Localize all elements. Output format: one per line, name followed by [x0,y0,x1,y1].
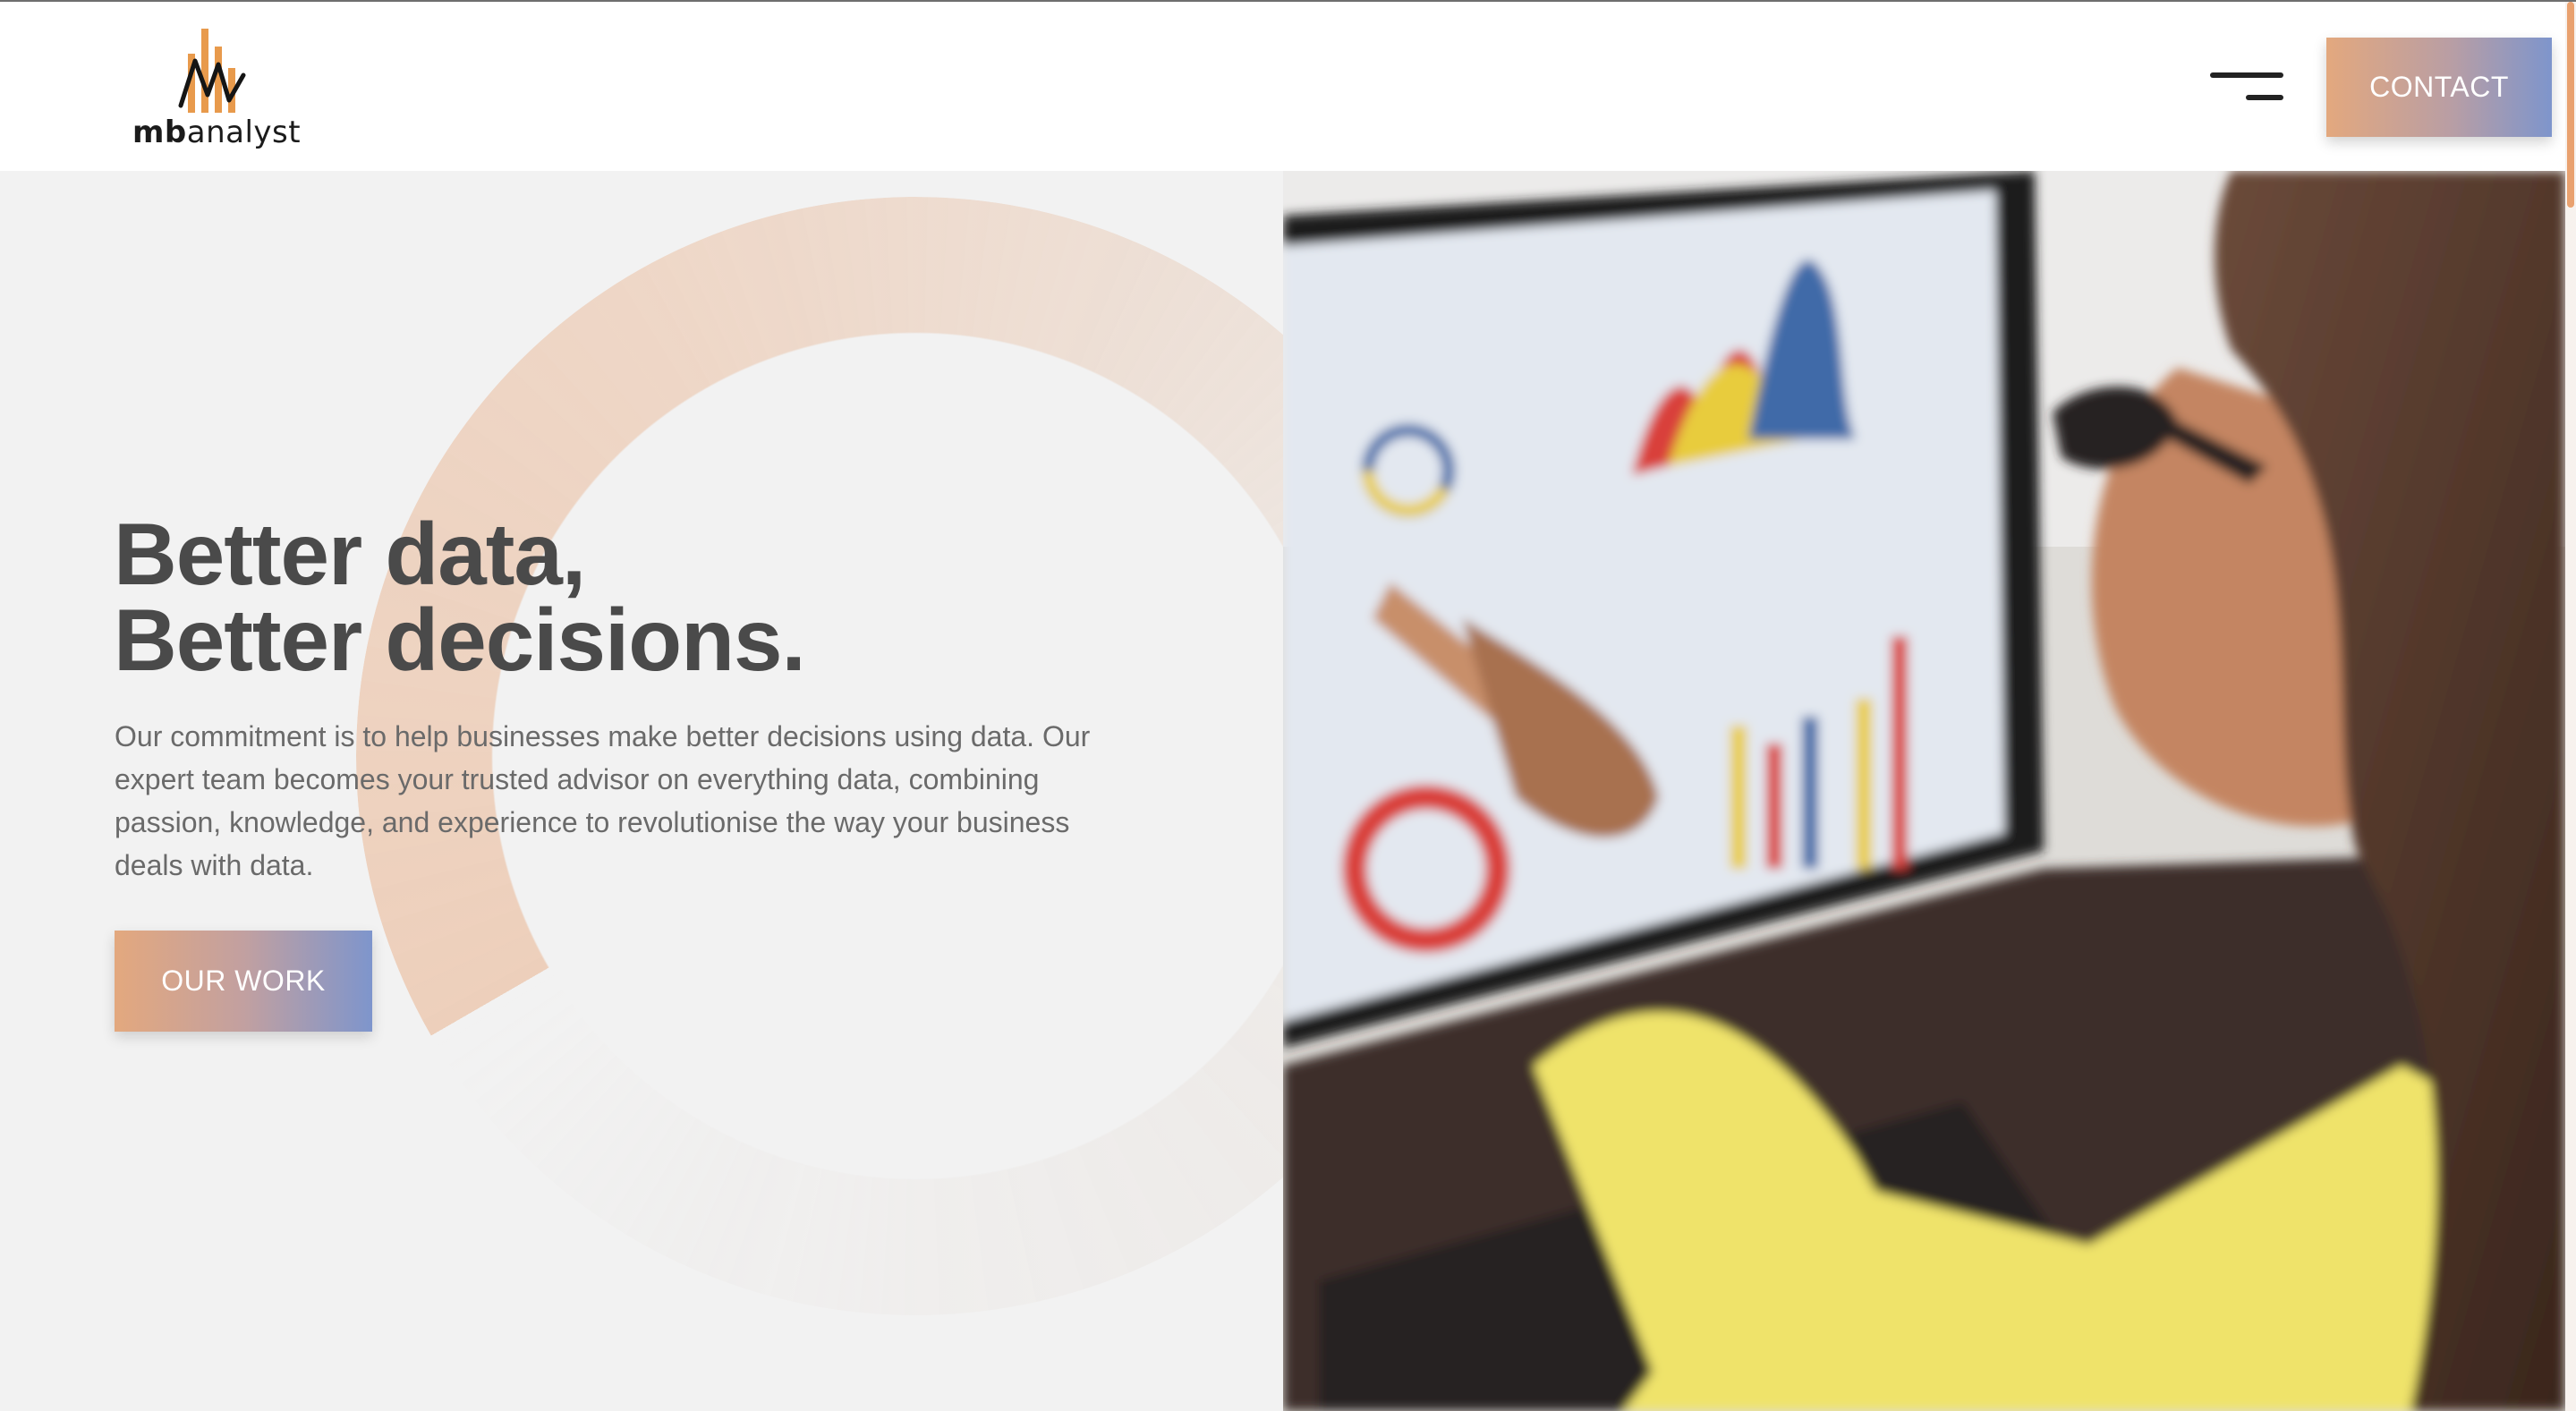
hero-description: Our commitment is to help businesses mak… [115,720,1091,881]
hero-section: Better data, Better decisions. Our commi… [0,171,1283,1411]
logo-wordmark: mbanalyst [132,115,302,150]
hamburger-menu-icon[interactable] [2210,70,2283,106]
our-work-button[interactable]: OUR WORK [115,931,372,1032]
headline-line-2: Better decisions. [114,591,806,689]
hero-headline: Better data, Better decisions. [114,505,806,689]
site-header: mbanalyst CONTACT [0,2,2576,171]
menu-bar-bottom [2246,95,2283,100]
logo-mark-icon [178,29,246,113]
hero-photo [1283,171,2565,1411]
menu-bar-top [2210,72,2283,78]
logo[interactable]: mbanalyst [132,27,302,152]
page-scrollbar[interactable] [2565,2,2576,1411]
scrollbar-thumb[interactable] [2567,2,2574,208]
contact-button[interactable]: CONTACT [2326,38,2552,137]
headline-line-1: Better data, [114,505,586,603]
